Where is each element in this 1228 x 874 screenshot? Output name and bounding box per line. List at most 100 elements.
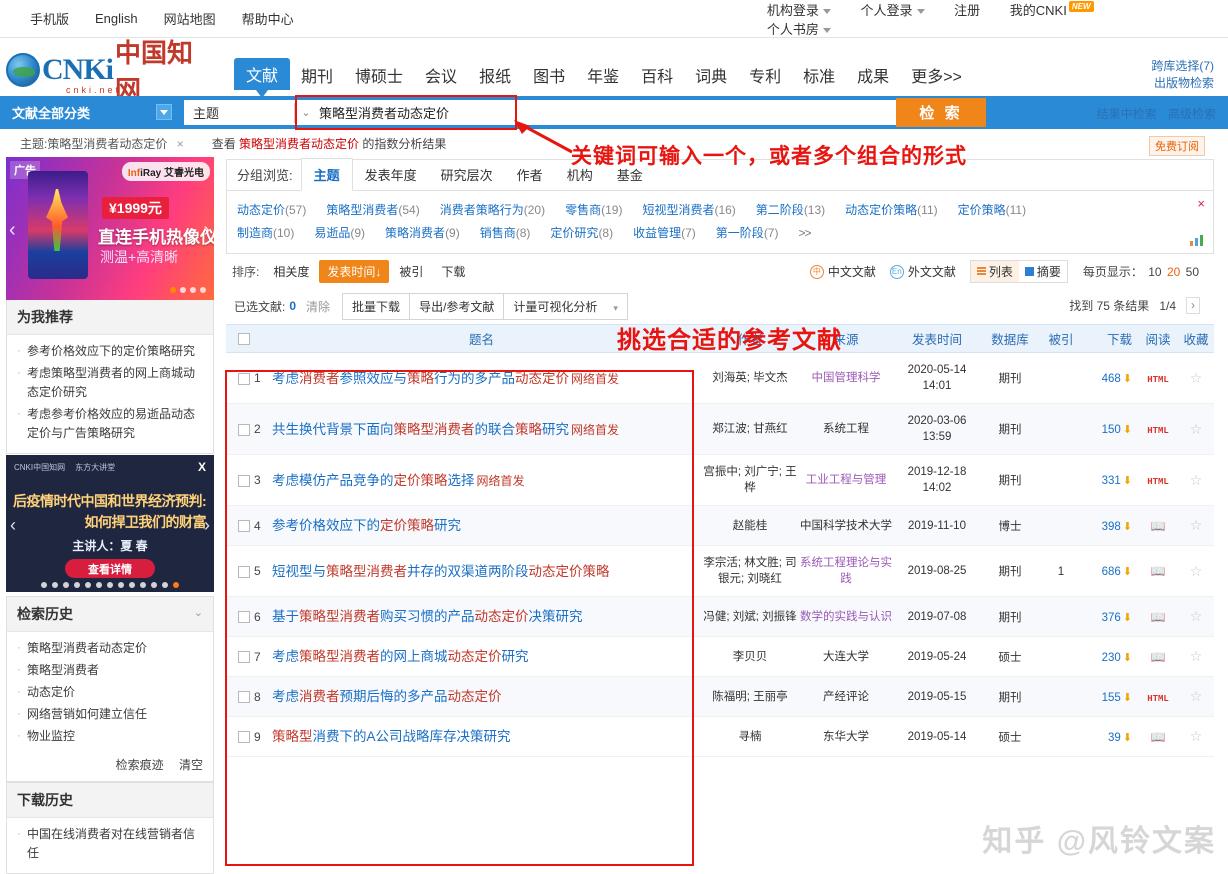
source-name[interactable]: 数学的实践与认识 [800,611,892,623]
author-names[interactable]: 陈福明; 王丽亭 [712,691,787,703]
keyword-chip[interactable]: 策略消费者(9) [385,222,460,245]
download-count[interactable]: 686 [1102,566,1121,578]
dot[interactable] [118,582,124,588]
header-read[interactable]: 阅读 [1138,324,1178,353]
link-personal-login[interactable]: 个人登录 [860,3,925,18]
group-tab-year[interactable]: 发表年度 [353,159,429,190]
per-page-50[interactable]: 50 [1186,265,1199,279]
row-author-cell[interactable]: 刘海英; 毕文杰 [702,352,798,404]
download-icon[interactable]: ⬇ [1123,521,1132,533]
category-selector[interactable]: 文献全部分类 [0,101,182,124]
ad-next-arrow-icon[interactable]: › [203,219,210,242]
book-read-icon[interactable]: 📖 [1151,730,1166,744]
star-icon[interactable]: ☆ [1190,648,1203,664]
row-author-cell[interactable]: 赵能桂 [702,505,798,546]
keyword-chip[interactable]: 第二阶段(13) [756,199,825,222]
sort-downloads[interactable]: 下载 [433,260,473,283]
row-author-cell[interactable]: 宫振中; 刘广宁; 王桦 [702,454,798,506]
download-count[interactable]: 376 [1102,612,1121,624]
link-personal-library[interactable]: 个人书房 [767,22,831,37]
checkbox-icon[interactable] [238,372,250,385]
table-row[interactable]: 9 策略型消费下的A公司战略库存决策研究 寻楠 东华大学 2019-05-14 硕士 39 ⬇… [226,716,1214,757]
header-downloads[interactable]: 下载 [1082,324,1138,353]
download-icon[interactable]: ⬇ [1123,475,1132,487]
list-item[interactable]: 物业监控 [17,726,205,746]
download-icon[interactable]: ⬇ [1123,612,1132,624]
row-download-cell[interactable]: 230 ⬇ [1082,636,1138,677]
table-row[interactable]: 8 考虑消费者预期后悔的多产品动态定价 陈福明; 王丽亭 产经评论 2019-05-15… [226,676,1214,717]
row-favorite-cell[interactable]: ☆ [1178,403,1214,455]
view-mode-list[interactable]: 列表 [970,261,1019,282]
view-mode-abstract[interactable]: 摘要 [1019,261,1067,282]
download-count[interactable]: 39 [1108,732,1121,744]
table-row[interactable]: 4 参考价格效应下的定价策略研究 赵能桂 中国科学技术大学 2019-11-10 博士 39… [226,505,1214,546]
source-name[interactable]: 东华大学 [823,731,869,743]
list-item[interactable]: 参考价格效应下的定价策略研究 [17,341,205,361]
checkbox-icon[interactable] [238,651,250,664]
clear-selection-button[interactable]: 清除 [306,298,330,315]
keyword-chip[interactable]: 第一阶段(7) [716,222,779,245]
dot[interactable] [190,287,196,293]
row-author-cell[interactable]: 陈福明; 王丽亭 [702,676,798,717]
list-item[interactable]: 动态定价 [17,682,205,702]
row-select-cell[interactable]: 1 [226,352,272,404]
row-select-cell[interactable]: 2 [226,403,272,455]
dot[interactable] [140,582,146,588]
dot[interactable] [41,582,47,588]
row-title-cell[interactable]: 参考价格效应下的定价策略研究 [272,505,702,546]
book-read-icon[interactable]: 📖 [1151,519,1166,533]
paper-title-link[interactable]: 短视型与策略型消费者并存的双渠道两阶段动态定价策略 [272,564,610,579]
dot[interactable] [129,582,135,588]
row-download-cell[interactable]: 686 ⬇ [1082,545,1138,597]
link-help-center[interactable]: 帮助中心 [242,9,294,28]
row-favorite-cell[interactable]: ☆ [1178,352,1214,404]
row-favorite-cell[interactable]: ☆ [1178,676,1214,717]
keyword-chip[interactable]: 定价研究(8) [550,222,613,245]
row-source-cell[interactable]: 系统工程 [798,403,894,455]
link-my-cnki[interactable]: 我的CNKI NEW [1010,1,1094,18]
row-favorite-cell[interactable]: ☆ [1178,716,1214,757]
search-button[interactable]: 检 索 [896,98,986,127]
sort-citations[interactable]: 被引 [391,260,431,283]
download-count[interactable]: 155 [1102,692,1121,704]
table-row[interactable]: 2 共生换代背景下面向策略型消费者的联合策略研究 网络首发 郑江波; 甘燕红 系统工程 2… [226,403,1214,455]
link-cross-db-select[interactable]: 跨库选择(7) [1151,58,1214,75]
header-source[interactable]: 来源 [798,324,894,353]
promo-banner[interactable]: CNKI中国知网 东方大讲堂 X 后疫情时代中国和世界经济预判: 如何捍卫我们的… [6,455,214,592]
link-advanced-search[interactable]: 高级检索 [1168,107,1216,121]
dot[interactable] [170,287,176,293]
row-select-cell[interactable]: 5 [226,545,272,597]
keyword-link[interactable]: 策略型消费者 [326,203,398,217]
list-item[interactable]: 网络营销如何建立信任 [17,704,205,724]
export-reference-button[interactable]: 导出/参考文献 [409,292,505,320]
header-author[interactable]: 作者 [702,324,798,353]
filter-chinese-literature[interactable]: 中 中文文献 [809,263,876,280]
row-read-cell[interactable]: 📖 [1138,636,1178,677]
row-title-cell[interactable]: 考虑消费者预期后悔的多产品动态定价 [272,676,702,717]
ad-carousel-dots[interactable] [170,287,206,293]
html-read-icon[interactable]: HTML [1147,477,1169,487]
keyword-link[interactable]: 策略消费者 [385,226,445,240]
row-favorite-cell[interactable]: ☆ [1178,454,1214,506]
keyword-chip[interactable]: 销售商(8) [480,222,531,245]
checkbox-icon[interactable] [238,731,250,744]
group-tab-subject[interactable]: 主题 [300,158,353,191]
dot[interactable] [200,287,206,293]
row-read-cell[interactable]: HTML [1138,352,1178,404]
paper-title-link[interactable]: 考虑策略型消费者的网上商城动态定价研究 [272,649,529,664]
nav-tab-dictionary[interactable]: 词典 [684,60,738,90]
keyword-link[interactable]: 销售商 [480,226,516,240]
row-select-cell[interactable]: 4 [226,505,272,546]
checkbox-icon[interactable] [238,691,250,704]
nav-tab-theses[interactable]: 博硕士 [344,60,414,90]
group-tab-research-level[interactable]: 研究层次 [429,159,505,190]
html-read-icon[interactable]: HTML [1147,694,1169,704]
dot[interactable] [52,582,58,588]
keyword-chip[interactable]: 定价策略(11) [958,199,1026,222]
checkbox-icon[interactable] [238,565,250,578]
row-source-cell[interactable]: 中国管理科学 [798,352,894,404]
keyword-chip[interactable]: 动态定价(57) [237,199,306,222]
row-title-cell[interactable]: 基于策略型消费者购买习惯的产品动态定价决策研究 [272,596,702,637]
link-institution-login[interactable]: 机构登录 [767,3,831,18]
keyword-link[interactable]: 易逝品 [314,226,350,240]
